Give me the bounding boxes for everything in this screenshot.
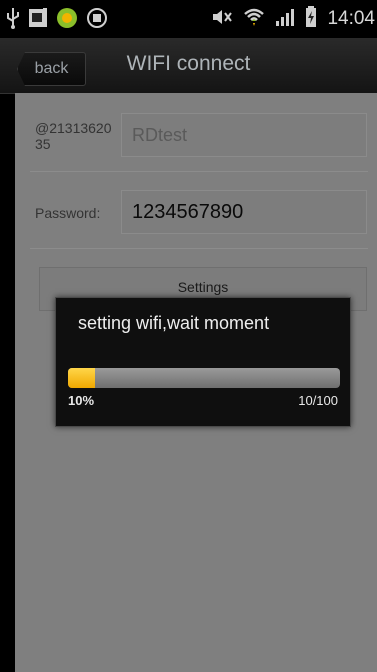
usb-icon [6,7,20,33]
system-icons: 14:04 [211,6,375,32]
progress-percent: 10% [68,393,95,408]
progress-bar [68,368,340,388]
gallery-icon [28,7,48,33]
dialog-message: setting wifi,wait moment [78,313,270,333]
progress-count: 10/100 [298,393,338,408]
stop-icon [86,7,108,33]
status-bar: 14:04 [0,0,377,38]
password-field[interactable]: 1234567890 [121,190,367,234]
signal-icon [275,7,295,31]
notification-icons [6,7,108,33]
no-sound-icon [211,7,233,31]
wifi-icon [243,6,265,32]
status-time: 14:04 [327,8,375,29]
page-title: WIFI connect [126,52,251,75]
app-icon [56,7,78,33]
divider [30,171,368,172]
title-bar: back WIFI connect [0,38,377,94]
ssid-field[interactable]: RDtest [121,113,367,157]
divider [30,248,368,249]
progress-dialog: setting wifi,wait moment 10% 10/100 [55,297,351,427]
progress-bar-fill [68,368,96,388]
battery-icon [305,6,317,32]
ssid-label: @21313620 35 [35,120,112,152]
password-label: Password: [35,205,101,221]
